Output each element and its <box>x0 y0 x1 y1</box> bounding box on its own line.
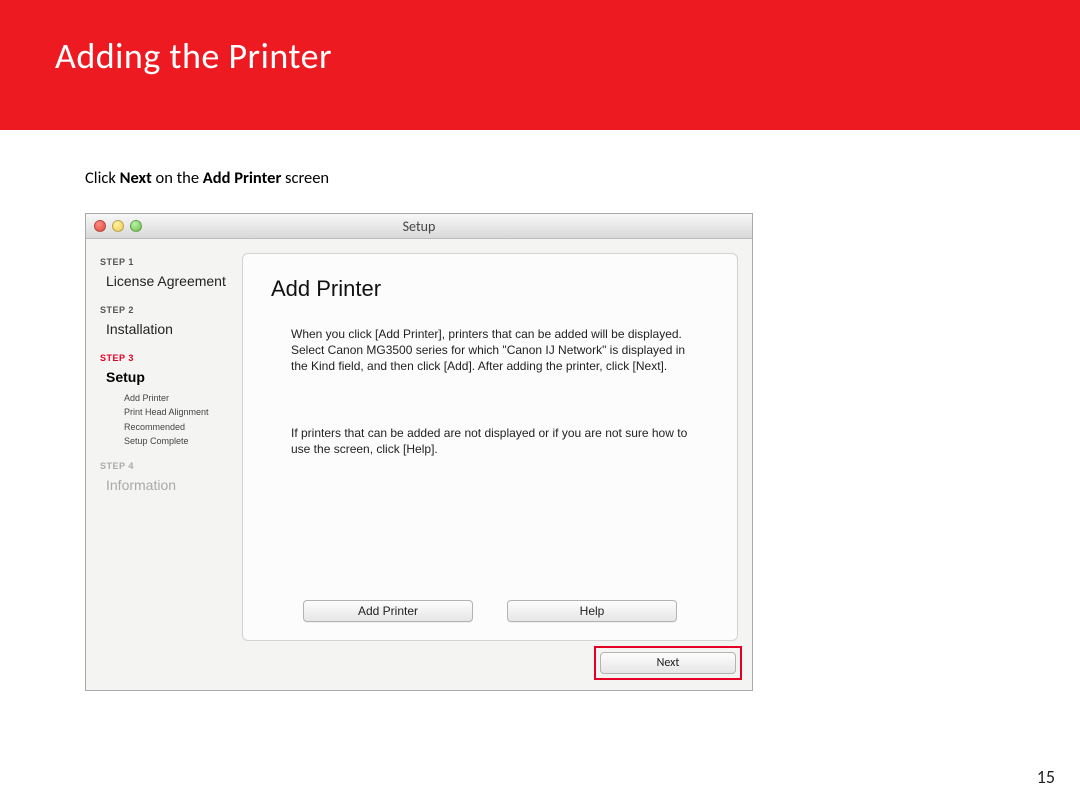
step-2-title: Installation <box>106 321 236 337</box>
next-button-highlight: Next <box>594 646 742 680</box>
next-button[interactable]: Next <box>600 652 736 674</box>
sidebar: STEP 1 License Agreement STEP 2 Installa… <box>86 239 236 509</box>
content-paragraph-1: When you click [Add Printer], printers t… <box>291 326 699 375</box>
close-icon[interactable] <box>94 220 106 232</box>
window-body: STEP 1 License Agreement STEP 2 Installa… <box>86 239 752 690</box>
instruction-mid: on the <box>152 168 203 188</box>
step-4-title: Information <box>106 477 236 493</box>
help-button[interactable]: Help <box>507 600 677 622</box>
panel-buttons: Add Printer Help <box>243 600 737 622</box>
step-1-label: STEP 1 <box>100 257 236 267</box>
setup-window: Setup STEP 1 License Agreement STEP 2 In… <box>85 213 753 691</box>
instruction-post: screen <box>281 168 329 188</box>
step-2-label: STEP 2 <box>100 305 236 315</box>
zoom-icon[interactable] <box>130 220 142 232</box>
add-printer-button[interactable]: Add Printer <box>303 600 473 622</box>
substep-print-head-alignment: Print Head Alignment Recommended <box>124 405 236 434</box>
content-heading: Add Printer <box>271 276 709 302</box>
window-controls <box>94 220 142 232</box>
content-panel: Add Printer When you click [Add Printer]… <box>242 253 738 641</box>
instruction-bold-1: Next <box>120 168 152 188</box>
header-band: Adding the Printer <box>0 0 1080 130</box>
step-3-label: STEP 3 <box>100 353 236 363</box>
substep-setup-complete: Setup Complete <box>124 434 236 448</box>
content-paragraph-2: If printers that can be added are not di… <box>291 425 699 457</box>
window-titlebar: Setup <box>86 214 752 239</box>
step-4-label: STEP 4 <box>100 461 236 471</box>
instruction-bold-2: Add Printer <box>203 168 282 188</box>
step-3-substeps: Add Printer Print Head Alignment Recomme… <box>124 391 236 449</box>
page-number: 15 <box>1037 766 1055 788</box>
minimize-icon[interactable] <box>112 220 124 232</box>
substep-add-printer: Add Printer <box>124 391 236 405</box>
page-title: Adding the Printer <box>55 34 332 78</box>
step-1-title: License Agreement <box>106 273 236 289</box>
slide: Adding the Printer Click Next on the Add… <box>0 0 1080 810</box>
instruction-text: Click Next on the Add Printer screen <box>85 168 329 188</box>
window-title: Setup <box>403 218 436 235</box>
step-3-title: Setup <box>106 369 236 385</box>
instruction-pre: Click <box>85 168 120 188</box>
